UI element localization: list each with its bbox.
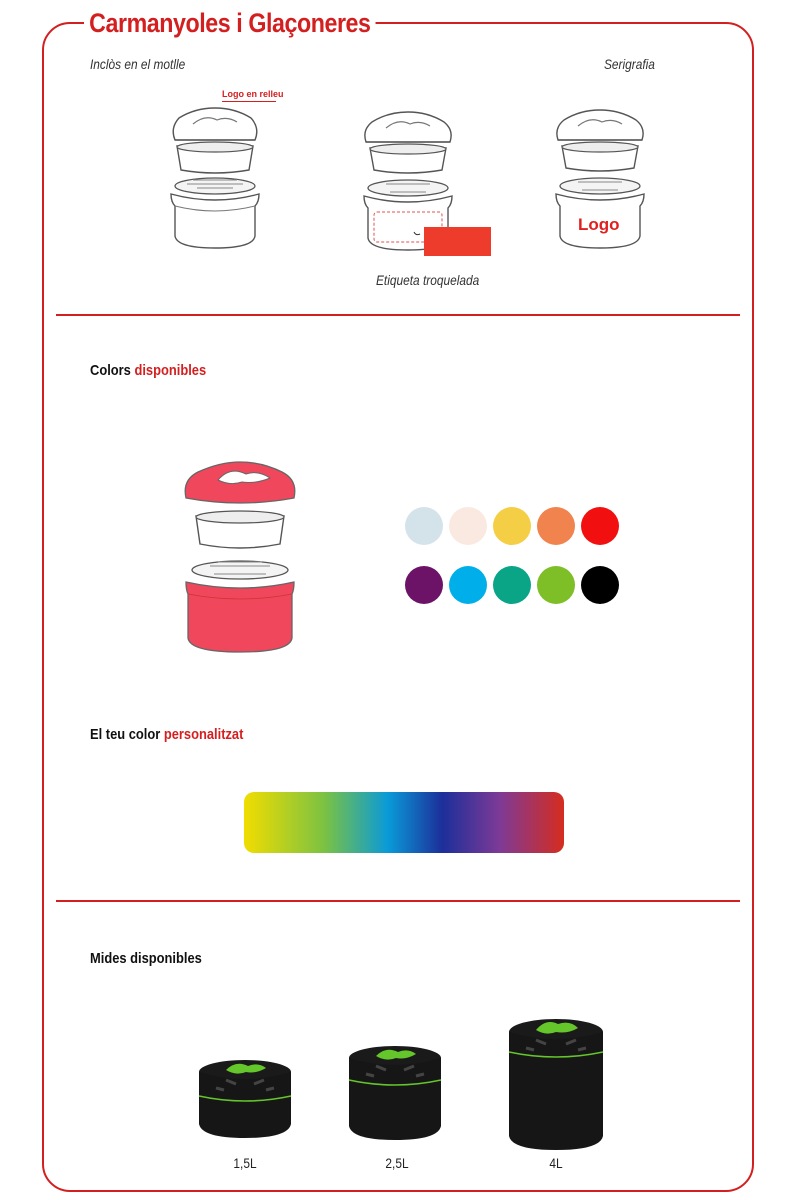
custom-color-heading-plain: El teu color <box>90 726 161 743</box>
swatch-black[interactable] <box>581 566 619 604</box>
diecut-label-caption: Etiqueta troquelada <box>376 272 480 288</box>
custom-color-heading: El teu color personalitzat <box>90 726 243 743</box>
colors-heading-plain: Colors <box>90 362 131 379</box>
included-in-mold-label: Inclòs en el motlle <box>90 56 186 72</box>
swatch-red[interactable] <box>581 507 619 545</box>
colors-heading-accent: disponibles <box>134 362 207 379</box>
swatch-green[interactable] <box>537 566 575 604</box>
swatch-light-blue[interactable] <box>405 507 443 545</box>
sizes-heading: Mides disponibles <box>90 950 202 967</box>
diecut-label-swatch <box>424 227 491 256</box>
custom-color-heading-accent: personalitzat <box>163 726 244 743</box>
colors-heading: Colors disponibles <box>90 362 206 379</box>
divider-1 <box>56 314 740 316</box>
page-title: Carmanyoles i Glaçoneres <box>84 4 376 42</box>
serigraphy-label: Serigrafia <box>604 56 655 72</box>
serigraphy-logo-text: Logo <box>578 215 620 234</box>
swatch-purple[interactable] <box>405 566 443 604</box>
swatch-teal[interactable] <box>493 566 531 604</box>
swatch-cyan[interactable] <box>449 566 487 604</box>
custom-color-gradient[interactable] <box>244 792 564 853</box>
container-large-icon <box>508 1019 604 1150</box>
size-label-medium: 2,5L <box>385 1155 409 1171</box>
size-label-small: 1,5L <box>233 1155 257 1171</box>
colored-container-icon <box>184 461 296 653</box>
size-label-large: 4L <box>549 1155 563 1171</box>
swatch-cream[interactable] <box>449 507 487 545</box>
container-small-icon <box>198 1060 292 1138</box>
container-medium-icon <box>348 1046 442 1140</box>
divider-2 <box>56 900 740 902</box>
container-embossed-icon <box>170 107 260 249</box>
swatch-yellow[interactable] <box>493 507 531 545</box>
swatch-orange[interactable] <box>537 507 575 545</box>
